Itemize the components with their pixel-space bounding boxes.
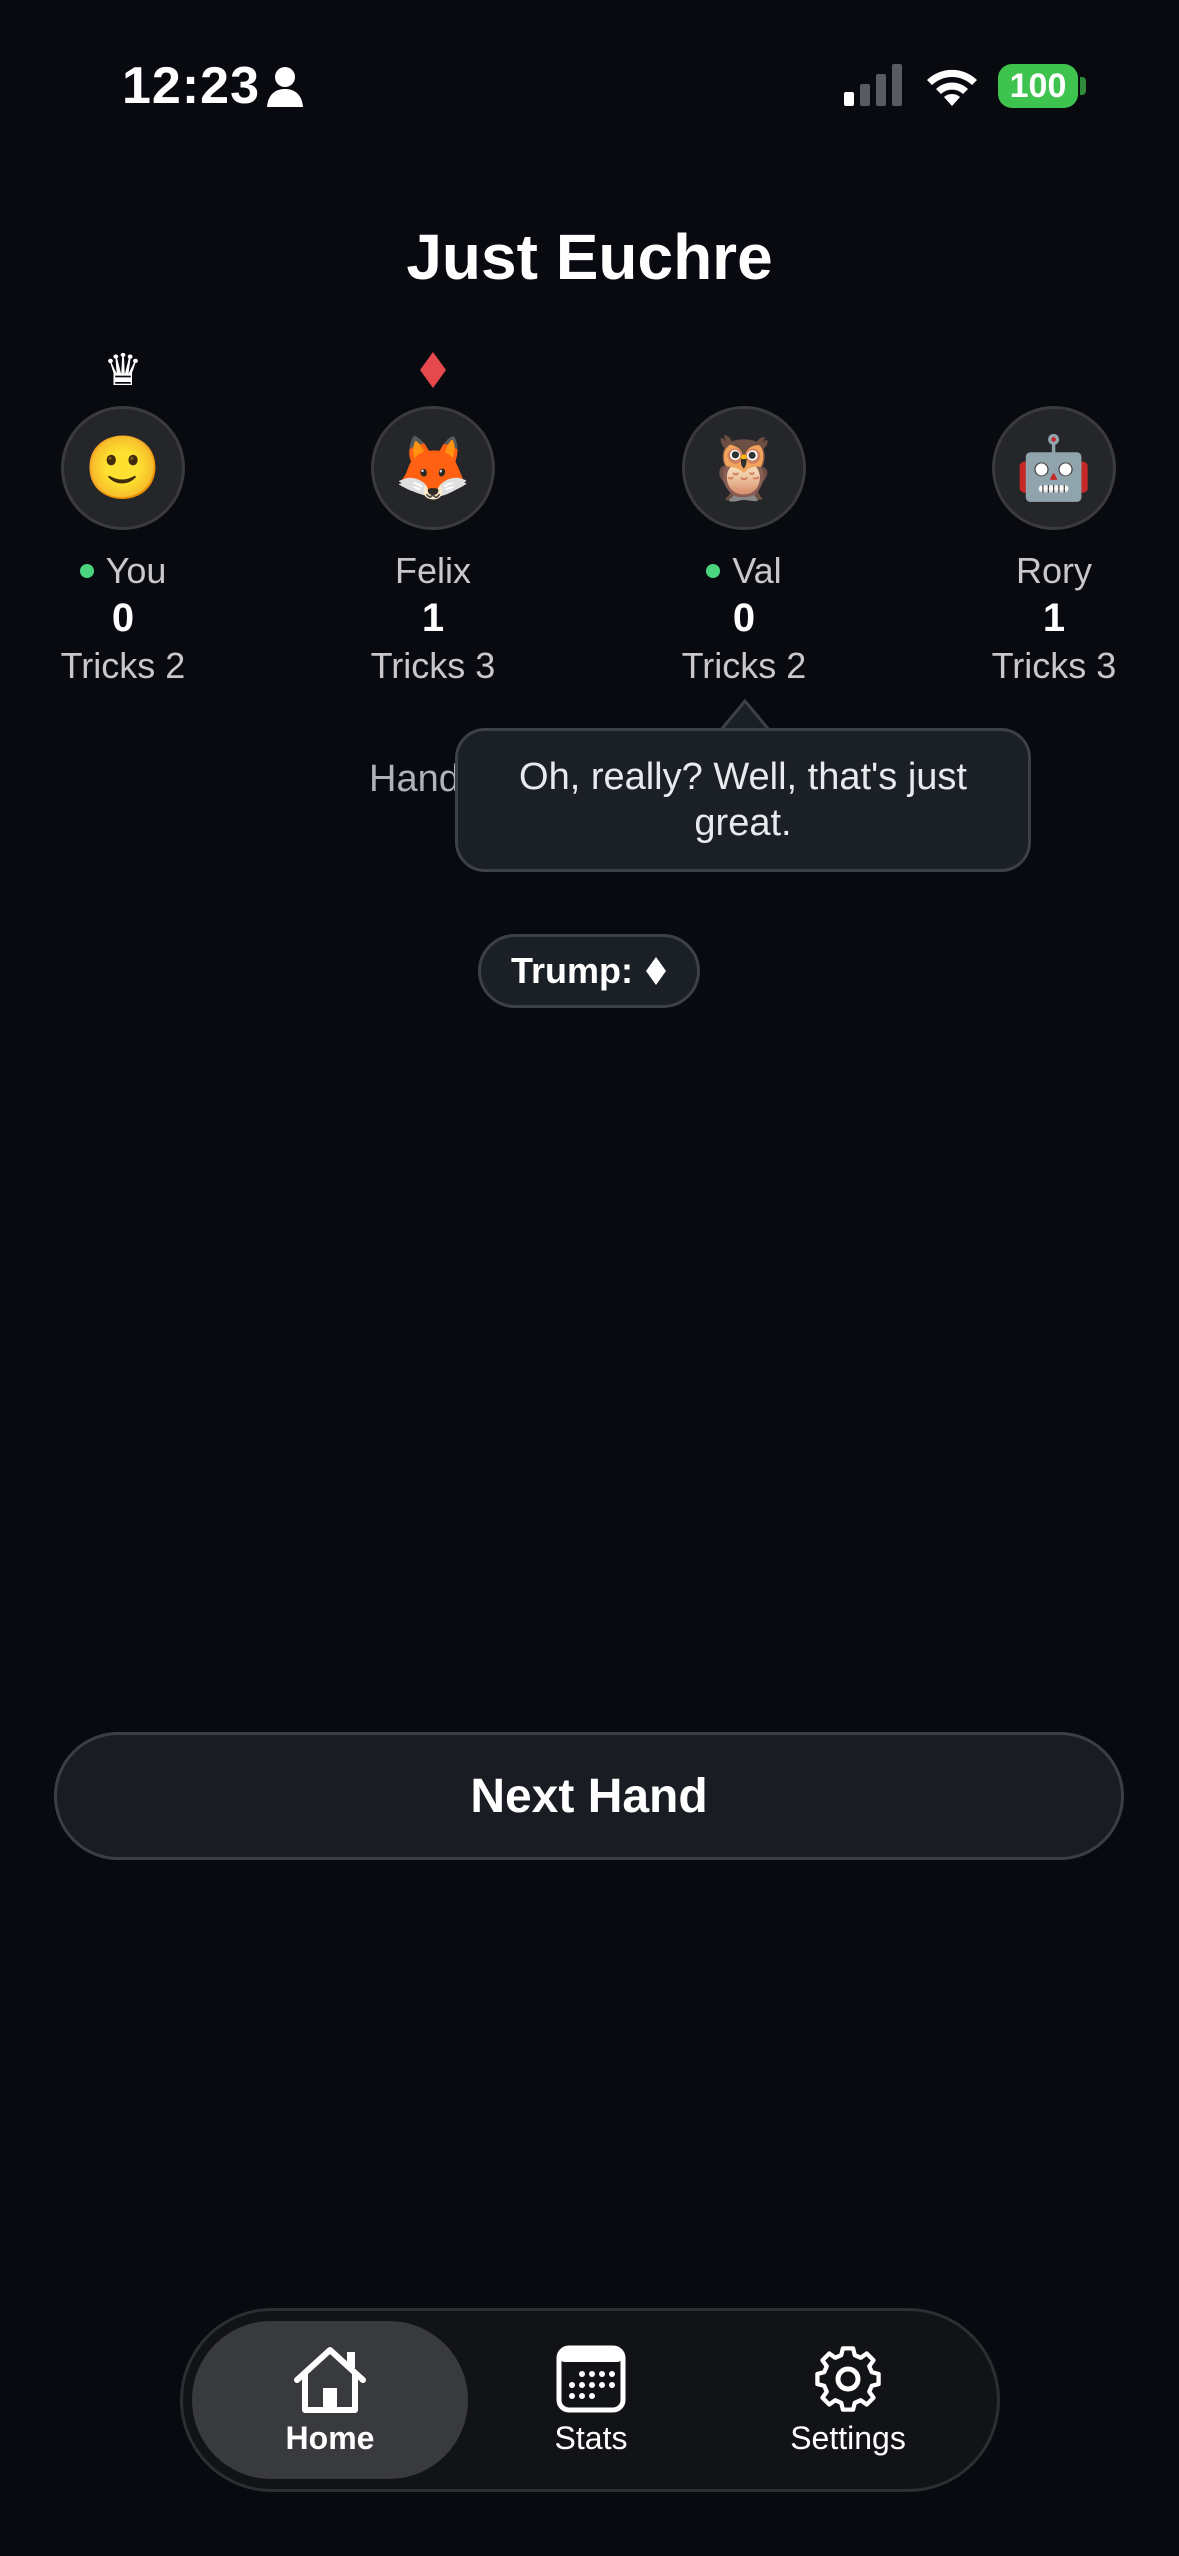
- player-you: ♛ 🙂 You 0 Tricks 2: [23, 340, 223, 687]
- battery-cap: [1080, 77, 1086, 95]
- gear-icon: [815, 2345, 881, 2412]
- next-hand-button[interactable]: Next Hand: [54, 1732, 1124, 1860]
- diamond-icon: [420, 352, 446, 388]
- speech-bubble-tail: [720, 698, 770, 732]
- calendar-icon: [556, 2345, 626, 2412]
- speech-bubble: Oh, really? Well, that's just great.: [455, 728, 1031, 872]
- home-icon: [294, 2346, 366, 2413]
- avatar[interactable]: 🦉: [682, 406, 806, 530]
- player-name-label: You: [105, 550, 167, 591]
- cellular-signal-icon: [844, 64, 902, 106]
- page-title: Just Euchre: [406, 221, 773, 293]
- player-val: 🦉 Val 0 Tricks 2: [644, 340, 844, 687]
- player-score: 0: [732, 596, 756, 640]
- online-indicator: [706, 564, 721, 578]
- dealer-badge: ♛: [23, 340, 223, 400]
- crown-icon: ♛: [103, 345, 143, 395]
- battery-level: 100: [1009, 67, 1067, 105]
- player-tricks: Tricks 3: [370, 645, 496, 686]
- player-score: 1: [1042, 596, 1066, 640]
- tab-settings[interactable]: Settings: [710, 2321, 986, 2479]
- tab-label: Stats: [554, 2419, 628, 2456]
- diamond-icon: [646, 957, 666, 985]
- player-name-label: Val: [732, 550, 782, 591]
- person-icon: [267, 67, 303, 107]
- player-name: You: [23, 550, 223, 592]
- trump-label: Trump:: [511, 950, 633, 991]
- battery-icon: 100: [998, 64, 1078, 108]
- empty-badge: [644, 340, 844, 400]
- wifi-icon: [927, 69, 977, 106]
- speech-bubble-text: Oh, really? Well, that's just great.: [519, 756, 967, 844]
- player-name-label: Felix: [394, 550, 471, 591]
- player-felix: 🦊 Felix 1 Tricks 3: [333, 340, 533, 687]
- tab-stats[interactable]: Stats: [453, 2321, 729, 2479]
- player-tricks: Tricks 2: [681, 645, 807, 686]
- player-name: Felix: [333, 550, 533, 592]
- player-name-label: Rory: [1015, 550, 1092, 591]
- player-name: Val: [644, 550, 844, 592]
- trump-indicator: Trump:: [478, 934, 700, 1008]
- player-tricks: Tricks 2: [60, 645, 186, 686]
- tab-bar: Home Stats Settings: [180, 2308, 1000, 2492]
- trump-caller-badge: [333, 340, 533, 400]
- avatar[interactable]: 🙂: [61, 406, 185, 530]
- tab-label: Settings: [790, 2419, 906, 2456]
- player-name: Rory: [954, 550, 1154, 592]
- player-rory: 🤖 Rory 1 Tricks 3: [954, 340, 1154, 687]
- tab-label: Home: [285, 2419, 375, 2456]
- player-score: 0: [111, 596, 135, 640]
- empty-badge: [954, 340, 1154, 400]
- status-bar: 12:23 100: [0, 0, 1179, 160]
- avatar[interactable]: 🦊: [371, 406, 495, 530]
- player-tricks: Tricks 3: [991, 645, 1117, 686]
- online-indicator: [79, 564, 94, 578]
- tab-home[interactable]: Home: [192, 2321, 468, 2479]
- player-score: 1: [421, 596, 445, 640]
- status-time: 12:23: [122, 57, 260, 115]
- avatar[interactable]: 🤖: [992, 406, 1116, 530]
